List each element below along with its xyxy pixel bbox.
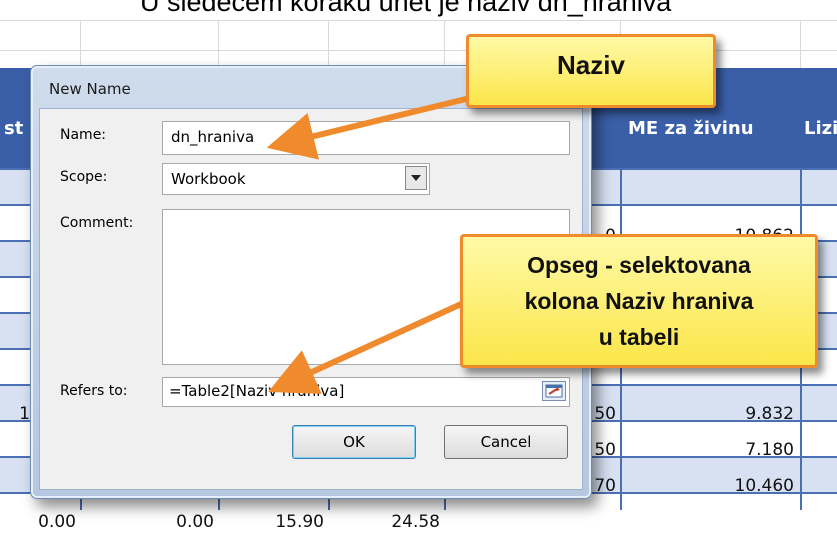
cell-partial-value[interactable]: 70 <box>590 476 616 496</box>
header-me-za-zivinu[interactable]: ME za živinu <box>628 118 754 139</box>
gridline <box>444 20 445 68</box>
ok-button[interactable]: OK <box>292 425 416 459</box>
range-select-icon <box>545 384 563 398</box>
refers-to-input[interactable]: =Table2[Naziv hraniva] <box>162 377 570 407</box>
cell-value[interactable]: 0.00 <box>0 512 76 532</box>
cell-value[interactable]: 9.832 <box>620 404 794 424</box>
gridline <box>80 20 81 68</box>
header-st[interactable]: st <box>4 118 23 139</box>
callout-naziv-text: Naziv <box>557 50 625 80</box>
gridline <box>0 20 837 21</box>
cell-value[interactable]: 15.90 <box>218 512 324 532</box>
scope-select[interactable]: Workbook <box>162 163 430 195</box>
callout-naziv: Naziv <box>466 34 716 108</box>
dialog-title: New Name <box>49 80 131 98</box>
callout-opseg-line1: Opseg - selektovana <box>527 252 751 278</box>
name-input[interactable]: dn_hraniva <box>162 121 570 155</box>
cell-value[interactable]: 7.180 <box>620 440 794 460</box>
refers-to-label: Refers to: <box>60 383 128 399</box>
callout-opseg: Opseg - selektovana kolona Naziv hraniva… <box>460 234 818 368</box>
gridline <box>218 20 219 68</box>
collapse-dialog-icon[interactable] <box>542 381 566 401</box>
scope-label: Scope: <box>60 169 108 185</box>
cell-value[interactable]: 10.460 <box>620 476 794 496</box>
gridline <box>328 20 329 68</box>
callout-opseg-line3: u tabeli <box>598 324 680 350</box>
chevron-down-icon[interactable] <box>405 166 427 190</box>
scope-value: Workbook <box>171 170 246 188</box>
cancel-button[interactable]: Cancel <box>444 425 568 459</box>
cell-partial-value[interactable]: 50 <box>590 440 616 460</box>
gridline <box>800 20 801 68</box>
refers-to-value: =Table2[Naziv hraniva] <box>169 382 345 400</box>
comment-label: Comment: <box>60 215 134 231</box>
cell-value[interactable]: 24.58 <box>328 512 440 532</box>
header-lizi[interactable]: Lizi <box>804 118 837 139</box>
cell-partial-left[interactable]: 1 <box>0 404 30 424</box>
top-caption: U sledećem koraku unet je naziv dn_hrani… <box>140 0 672 17</box>
callout-opseg-line2: kolona Naziv hraniva <box>524 288 754 314</box>
cell-value[interactable]: 0.00 <box>80 512 214 532</box>
name-label: Name: <box>60 127 107 143</box>
cell-partial-value[interactable]: 50 <box>590 404 616 424</box>
